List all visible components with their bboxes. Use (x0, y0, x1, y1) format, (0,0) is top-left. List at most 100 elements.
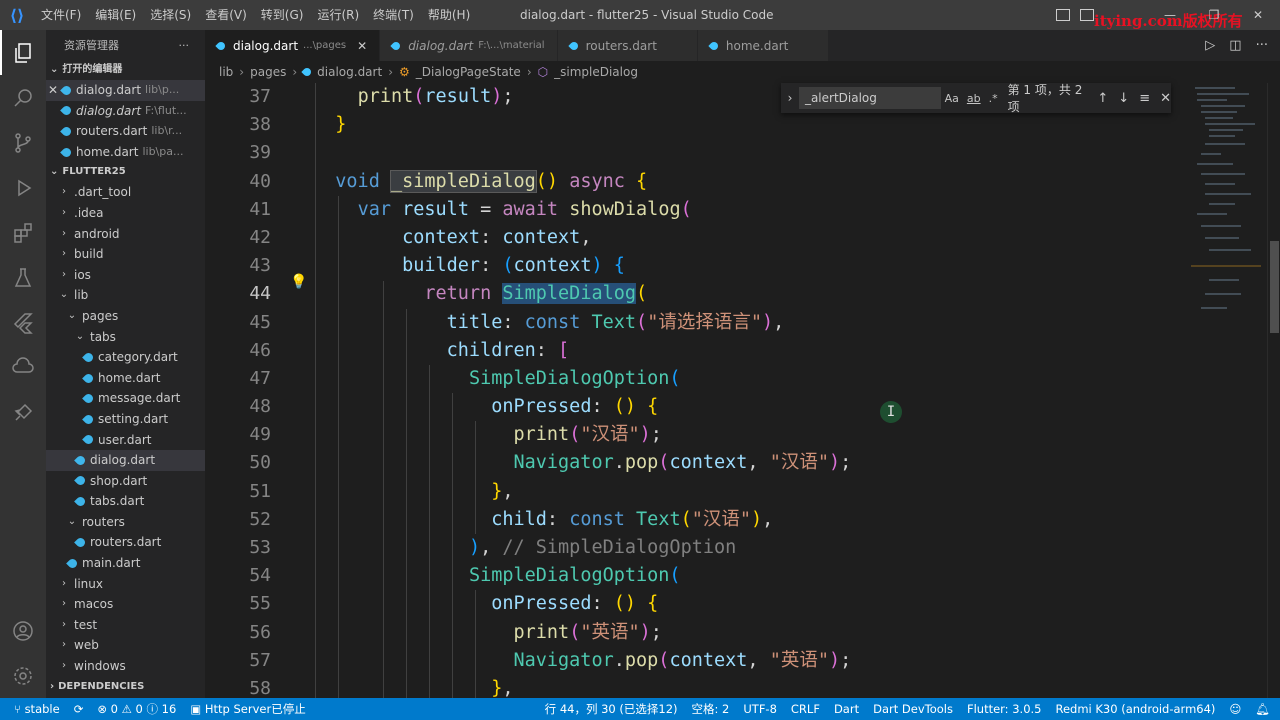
branch-status[interactable]: ⑂ stable (14, 702, 60, 716)
menu-edit[interactable]: 编辑(E) (88, 0, 143, 30)
open-editor-item[interactable]: home.dart lib\pa... (46, 142, 205, 163)
feedback-icon[interactable]: ☺ (1229, 702, 1241, 716)
encoding-status[interactable]: UTF-8 (743, 702, 777, 716)
breadcrumb-item[interactable]: dialog.dart (317, 65, 382, 79)
testing-icon[interactable] (0, 255, 46, 300)
split-editor-icon[interactable]: ◫ (1229, 38, 1241, 53)
run-debug-icon[interactable] (0, 165, 46, 210)
tree-file[interactable]: user.dart (46, 430, 205, 451)
tree-folder[interactable]: › web (46, 635, 205, 656)
open-editor-item[interactable]: routers.dart lib\r... (46, 121, 205, 142)
tree-file[interactable]: category.dart (46, 347, 205, 368)
tree-folder[interactable]: ⌄ routers (46, 512, 205, 533)
previous-match-icon[interactable]: ↑ (1097, 91, 1108, 106)
chevron-down-icon: ⌄ (75, 330, 85, 342)
rocket-icon[interactable] (0, 390, 46, 435)
breadcrumb-item[interactable]: pages (250, 65, 286, 79)
explorer-icon[interactable] (0, 30, 46, 75)
tree-folder[interactable]: › build (46, 244, 205, 265)
menu-view[interactable]: 查看(V) (198, 0, 254, 30)
device-status[interactable]: Redmi K30 (android-arm64) (1055, 702, 1215, 716)
code-editor[interactable]: 37 38 39 40 41 42 43 44 45 46 47 48 49 5… (205, 83, 1267, 698)
open-editors-header[interactable]: ⌄ 打开的编辑器 (46, 60, 205, 80)
devtools-status[interactable]: Dart DevTools (873, 702, 953, 716)
scrollbar-thumb[interactable] (1270, 241, 1279, 333)
extensions-icon[interactable] (0, 210, 46, 255)
breadcrumb-item[interactable]: lib (219, 65, 233, 79)
toggle-replace-icon[interactable]: › (781, 91, 799, 105)
dependencies-header[interactable]: › DEPENDENCIES (46, 677, 205, 697)
tree-folder[interactable]: ⌄ pages (46, 306, 205, 327)
match-case-toggle[interactable]: Aa (945, 92, 959, 105)
find-input[interactable]: _alertDialog (798, 87, 941, 109)
regex-toggle[interactable]: .* (989, 92, 998, 105)
next-match-icon[interactable]: ↓ (1118, 91, 1129, 106)
vertical-scrollbar[interactable] (1267, 83, 1280, 698)
tree-folder[interactable]: › ios (46, 265, 205, 286)
flutter-version[interactable]: Flutter: 3.0.5 (967, 702, 1042, 716)
search-icon[interactable] (0, 75, 46, 120)
tree-folder[interactable]: › android (46, 224, 205, 245)
tree-folder[interactable]: › windows (46, 656, 205, 677)
tree-folder[interactable]: › macos (46, 594, 205, 615)
menu-selection[interactable]: 选择(S) (143, 0, 198, 30)
account-icon[interactable] (0, 608, 46, 653)
http-server-status[interactable]: ▣ Http Server已停止 (190, 701, 305, 717)
restore-icon[interactable]: ❐ (1192, 0, 1236, 30)
tab-dialog-dart[interactable]: dialog.dart ...\pages ✕ (205, 30, 381, 61)
open-editor-item[interactable]: ✕ dialog.dart lib\p... (46, 80, 205, 101)
menu-go[interactable]: 转到(G) (254, 0, 311, 30)
tree-file[interactable]: home.dart (46, 368, 205, 389)
open-editor-item[interactable]: dialog.dart F:\flut... (46, 101, 205, 122)
tab-home-dart[interactable]: home.dart (697, 30, 830, 61)
find-in-selection-icon[interactable]: ≡ (1139, 91, 1150, 106)
tree-file[interactable]: shop.dart (46, 471, 205, 492)
indentation-status[interactable]: 空格: 2 (692, 701, 730, 717)
tree-file-active[interactable]: dialog.dart (46, 450, 205, 471)
project-header[interactable]: ⌄ FLUTTER25 (46, 162, 205, 182)
tree-folder[interactable]: › test (46, 615, 205, 636)
tree-file[interactable]: message.dart (46, 388, 205, 409)
sync-icon[interactable]: ⟳ (74, 702, 84, 716)
close-icon[interactable]: ✕ (46, 80, 60, 101)
tree-folder[interactable]: › .dart_tool (46, 182, 205, 203)
run-icon[interactable]: ▷ (1205, 38, 1215, 53)
flutter-icon[interactable] (0, 300, 46, 345)
breadcrumb-item[interactable]: _simpleDialog (554, 65, 638, 79)
more-actions-icon[interactable]: ··· (1256, 38, 1268, 53)
tree-file[interactable]: tabs.dart (46, 491, 205, 512)
tab-routers-dart[interactable]: routers.dart (557, 30, 698, 61)
cursor-position[interactable]: 行 44，列 30 (已选择12) (545, 701, 678, 717)
language-mode[interactable]: Dart (834, 702, 859, 716)
tab-dialog-dart-material[interactable]: dialog.dart F:\...\material (380, 30, 558, 61)
tree-folder[interactable]: ⌄ lib (46, 285, 205, 306)
breadcrumb-item[interactable]: _DialogPageState (416, 65, 521, 79)
toggle-sidebar-icon[interactable] (1056, 9, 1070, 21)
menu-terminal[interactable]: 终端(T) (366, 0, 421, 30)
minimize-icon[interactable]: — (1148, 0, 1192, 30)
menu-run[interactable]: 运行(R) (310, 0, 366, 30)
settings-gear-icon[interactable] (0, 653, 46, 698)
tree-file[interactable]: setting.dart (46, 409, 205, 430)
more-actions-icon[interactable]: ··· (179, 39, 190, 52)
toggle-panel-icon[interactable] (1080, 9, 1094, 21)
source-control-icon[interactable] (0, 120, 46, 165)
remote-icon[interactable] (0, 345, 46, 390)
tree-folder[interactable]: › .idea (46, 203, 205, 224)
minimap[interactable] (1187, 83, 1267, 698)
whole-word-toggle[interactable]: ab (967, 92, 981, 105)
tree-file[interactable]: main.dart (46, 553, 205, 574)
tree-file[interactable]: routers.dart (46, 532, 205, 553)
menu-file[interactable]: 文件(F) (34, 0, 88, 30)
tree-folder[interactable]: › linux (46, 574, 205, 595)
close-icon[interactable]: ✕ (357, 39, 367, 53)
close-icon[interactable]: ✕ (1160, 91, 1171, 106)
notifications-icon[interactable]: 🔔︎ (1255, 702, 1270, 716)
problems-status[interactable]: ⊗ 0 ⚠ 0 ⓘ 16 (97, 701, 176, 717)
code-text[interactable]: print(result); } void _simpleDialog() as… (313, 83, 851, 698)
eol-status[interactable]: CRLF (791, 702, 820, 716)
lightbulb-icon[interactable]: 💡 (290, 274, 307, 290)
menu-help[interactable]: 帮助(H) (421, 0, 477, 30)
tree-folder[interactable]: ⌄ tabs (46, 327, 205, 348)
close-window-icon[interactable]: ✕ (1236, 0, 1280, 30)
